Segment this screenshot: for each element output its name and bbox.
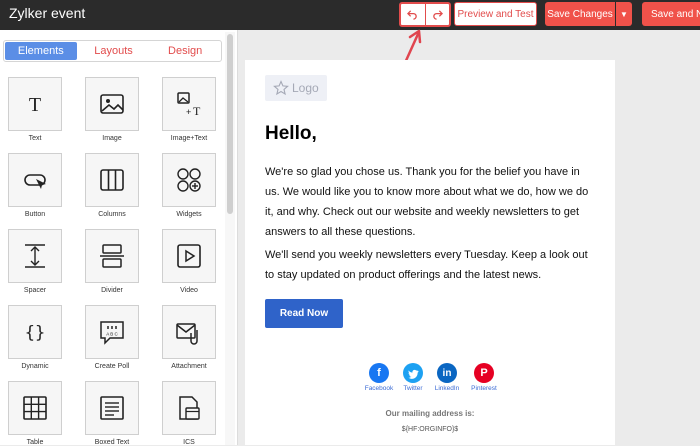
logo-label: Logo: [292, 81, 319, 95]
redo-button[interactable]: [424, 4, 450, 25]
email-paragraph-2: We'll send you weekly newsletters every …: [265, 249, 588, 281]
mailing-address-title: Our mailing address is:: [385, 409, 475, 418]
email-canvas[interactable]: Logo Hello, We're so glad you chose us. …: [245, 60, 615, 445]
preview-and-test-button[interactable]: Preview and Test: [454, 2, 537, 26]
element-label: Spacer: [23, 287, 47, 294]
button-icon: [24, 174, 46, 189]
element-divider-tile[interactable]: [85, 229, 139, 283]
element-label: Divider: [101, 287, 123, 294]
save-changes-button[interactable]: Save Changes: [545, 2, 615, 26]
tab-layouts[interactable]: Layouts: [78, 41, 150, 61]
columns-icon: [100, 169, 124, 191]
element-boxed-text-tile[interactable]: [85, 381, 139, 435]
element-label: Button: [24, 211, 46, 218]
facebook-icon: f: [369, 363, 389, 383]
pinterest-icon: P: [474, 363, 494, 383]
element-table-tile[interactable]: [8, 381, 62, 435]
logo-placeholder[interactable]: Logo: [265, 75, 327, 101]
linkedin-icon: in: [437, 363, 457, 383]
save-options-dropdown[interactable]: ▼: [616, 2, 632, 26]
element-label: Widgets: [176, 211, 202, 218]
element-label: Video: [180, 287, 198, 294]
table-icon: [23, 396, 47, 420]
widgets-icon: [177, 168, 201, 192]
tab-elements[interactable]: Elements: [5, 42, 77, 60]
text-icon: T: [29, 94, 41, 116]
sidebar-scroll-thumb[interactable]: [227, 34, 233, 214]
element-label: Dynamic: [21, 363, 49, 370]
element-columns-tile[interactable]: [85, 153, 139, 207]
svg-text:T: T: [193, 104, 201, 118]
undo-button[interactable]: [401, 4, 425, 25]
element-spacer-tile[interactable]: [8, 229, 62, 283]
attachment-icon: [176, 323, 198, 345]
calendar-file-icon: [179, 396, 200, 420]
social-label: LinkedIn: [434, 385, 460, 392]
social-label: Pinterest: [471, 385, 497, 392]
star-icon: [273, 80, 289, 96]
twitter-bird-icon: [407, 369, 419, 379]
element-create-poll-tile[interactable]: A B C: [85, 305, 139, 359]
image-text-icon: + T: [177, 92, 201, 118]
undo-redo-group: [399, 2, 451, 27]
element-attachment-tile[interactable]: [162, 305, 216, 359]
element-label: Columns: [98, 211, 126, 218]
element-label: Create Poll: [94, 363, 130, 370]
image-icon: [100, 94, 124, 114]
element-ics-tile[interactable]: [162, 381, 216, 435]
element-video-tile[interactable]: [162, 229, 216, 283]
email-paragraph-1: We're so glad you chose us. Thank you fo…: [265, 166, 589, 238]
sidebar-tabs: Elements Layouts Design: [3, 40, 222, 62]
top-bar: Zylker event Preview and Test Save Chang…: [0, 0, 700, 30]
video-icon: [177, 244, 201, 268]
svg-text:+: +: [186, 107, 191, 117]
element-image-tile[interactable]: [85, 77, 139, 131]
element-dynamic-tile[interactable]: {}: [8, 305, 62, 359]
undo-icon: [407, 10, 417, 20]
dynamic-icon: {}: [25, 323, 45, 343]
spacer-icon: [25, 244, 45, 268]
mailing-address-value: ${HF:ORGINFO}$: [401, 426, 459, 433]
element-image-text-tile[interactable]: + T: [162, 77, 216, 131]
twitter-icon: [403, 363, 423, 383]
poll-icon: A B C: [100, 321, 124, 345]
element-label: Attachment: [171, 363, 207, 370]
app-title: Zylker event: [9, 5, 86, 21]
element-widgets-tile[interactable]: [162, 153, 216, 207]
svg-text:A B C: A B C: [106, 332, 118, 337]
chevron-down-icon: ▼: [620, 9, 628, 19]
social-pinterest[interactable]: P Pinterest: [459, 363, 509, 392]
read-now-button[interactable]: Read Now: [265, 299, 343, 328]
redo-icon: [433, 10, 443, 20]
svg-text:{}: {}: [25, 323, 45, 343]
element-label: Text: [28, 135, 42, 142]
elements-sidebar: Elements Layouts Design T Text Image + T …: [0, 30, 238, 446]
email-heading: Hello,: [265, 123, 317, 144]
svg-text:T: T: [29, 94, 41, 116]
social-label: Twitter: [403, 385, 423, 392]
save-and-next-button[interactable]: Save and Next: [642, 2, 700, 26]
element-text-tile[interactable]: T: [8, 77, 62, 131]
element-label: Image: [102, 135, 122, 142]
tab-design[interactable]: Design: [149, 41, 221, 61]
divider-icon: [100, 244, 124, 268]
element-label: Image+Text: [170, 135, 208, 142]
boxed-text-icon: [100, 396, 124, 420]
element-button-tile[interactable]: [8, 153, 62, 207]
